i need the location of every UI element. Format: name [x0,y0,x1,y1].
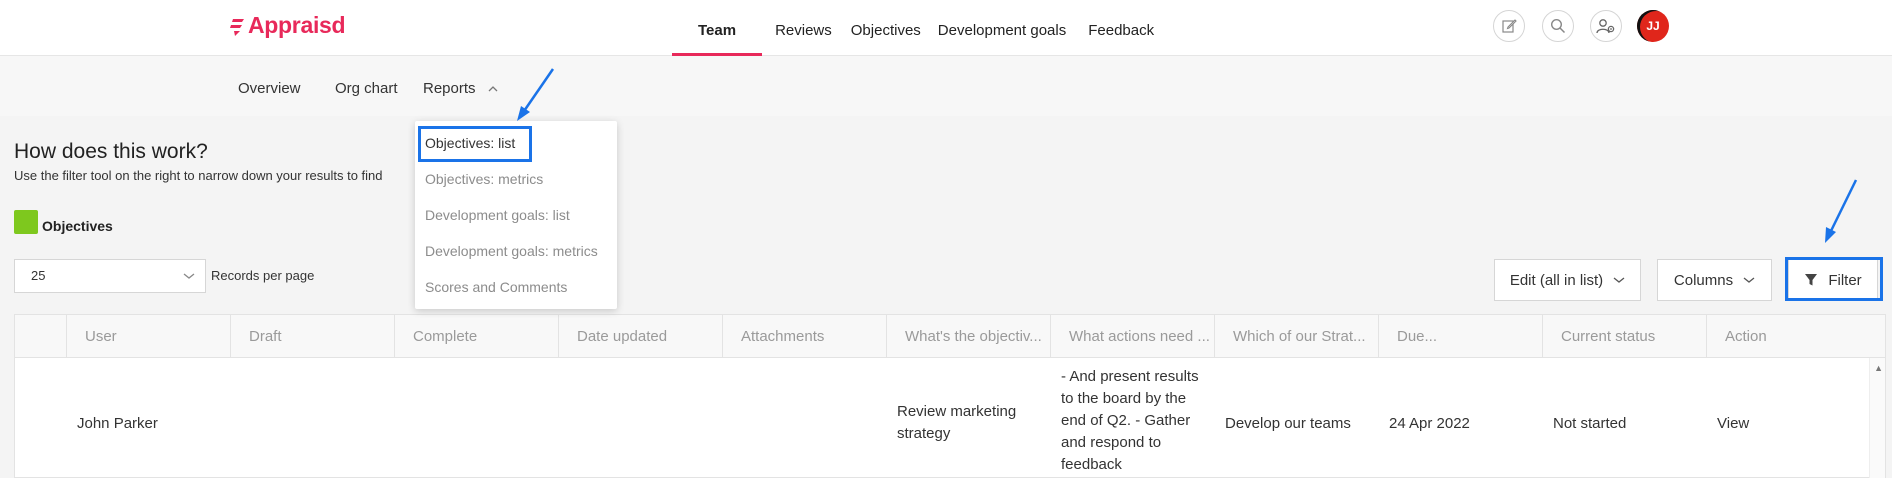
filter-icon [1805,274,1818,286]
user-avatar[interactable]: JJ [1637,10,1669,42]
sub-navigation: Overview Org chart Reports [0,56,1892,116]
arrow-head-filter [1825,227,1836,243]
menu-item-objectives-metrics[interactable]: Objectives: metrics [425,171,543,187]
menu-item-scores-and-comments[interactable]: Scores and Comments [425,279,567,295]
objectives-legend-swatch [14,210,38,234]
column-header-select [15,315,66,358]
records-per-page-value: 25 [31,268,46,283]
edit-icon [1502,19,1517,33]
view-link[interactable]: View [1717,413,1749,435]
user-settings-button[interactable] [1590,10,1622,42]
column-header-draft[interactable]: Draft [230,315,394,358]
subnav-org-chart[interactable]: Org chart [335,80,398,97]
reports-label: Reports [423,80,476,97]
nav-team[interactable]: Team [672,0,763,56]
menu-item-objectives-list[interactable]: Objectives: list [425,135,515,151]
records-per-page-label: Records per page [211,268,315,283]
top-navigation-bar: Appraisd Team Reviews Objectives Develop… [0,0,1892,56]
chevron-down-icon [1613,277,1625,283]
column-header-objective[interactable]: What's the objectiv... [886,315,1050,358]
nav-objectives[interactable]: Objectives [845,0,927,56]
page-heading: How does this work? [14,140,208,163]
objectives-legend-label: Objectives [42,218,113,234]
cell-user: John Parker [77,415,158,432]
columns-button[interactable]: Columns [1657,259,1772,301]
menu-item-development-goals-metrics[interactable]: Development goals: metrics [425,243,598,259]
edit-all-button[interactable]: Edit (all in list) [1494,259,1641,301]
table-header: User Draft Complete Date updated Attachm… [15,315,1885,358]
subnav-overview[interactable]: Overview [238,80,301,97]
scroll-up-arrow-icon[interactable]: ▲ [1874,363,1883,373]
chevron-up-icon [488,86,498,92]
nav-reviews[interactable]: Reviews [762,0,845,56]
filter-label: Filter [1828,271,1862,289]
chevron-down-icon [1743,277,1755,283]
search-button[interactable] [1542,10,1574,42]
cell-status: Not started [1553,415,1627,432]
column-header-current-status[interactable]: Current status [1542,315,1706,358]
records-per-page-select[interactable]: 25 [14,259,206,293]
user-settings-icon [1596,19,1615,34]
cell-objective: Review marketing strategy [897,403,1017,442]
main-nav: Team Reviews Objectives Development goal… [672,0,1165,56]
edit-button[interactable] [1493,10,1525,42]
column-header-complete[interactable]: Complete [394,315,558,358]
edit-all-label: Edit (all in list) [1509,271,1604,289]
objectives-table: User Draft Complete Date updated Attachm… [14,314,1886,478]
logo-text: Appraisd [248,12,346,38]
chevron-down-icon [183,260,195,292]
cell-due: 24 Apr 2022 [1389,415,1470,432]
intro-text: Use the filter tool on the right to narr… [14,168,383,183]
nav-development-goals[interactable]: Development goals [927,0,1077,56]
cell-strategy: Develop our teams [1225,415,1351,432]
column-header-attachments[interactable]: Attachments [722,315,886,358]
column-header-date-updated[interactable]: Date updated [558,315,722,358]
arrow-to-filter [1827,179,1858,236]
nav-feedback[interactable]: Feedback [1077,0,1165,56]
table-scrollbar[interactable] [1869,358,1885,478]
column-header-actions[interactable]: What actions need ... [1050,315,1214,358]
search-icon [1550,18,1566,34]
column-header-due[interactable]: Due... [1378,315,1542,358]
appraisd-logo[interactable]: Appraisd [230,12,346,39]
subnav-reports[interactable]: Reports [423,80,498,97]
column-header-user[interactable]: User [66,315,230,358]
cell-actions: - And present results to the board by th… [1061,368,1199,473]
logo-mark-icon [230,18,244,36]
filter-button[interactable]: Filter [1788,259,1878,301]
column-header-action[interactable]: Action [1706,315,1870,358]
columns-label: Columns [1673,271,1734,289]
menu-item-development-goals-list[interactable]: Development goals: list [425,207,570,223]
reports-dropdown-menu: Objectives: list Objectives: metrics Dev… [415,121,617,309]
column-header-strategy[interactable]: Which of our Strat... [1214,315,1378,358]
